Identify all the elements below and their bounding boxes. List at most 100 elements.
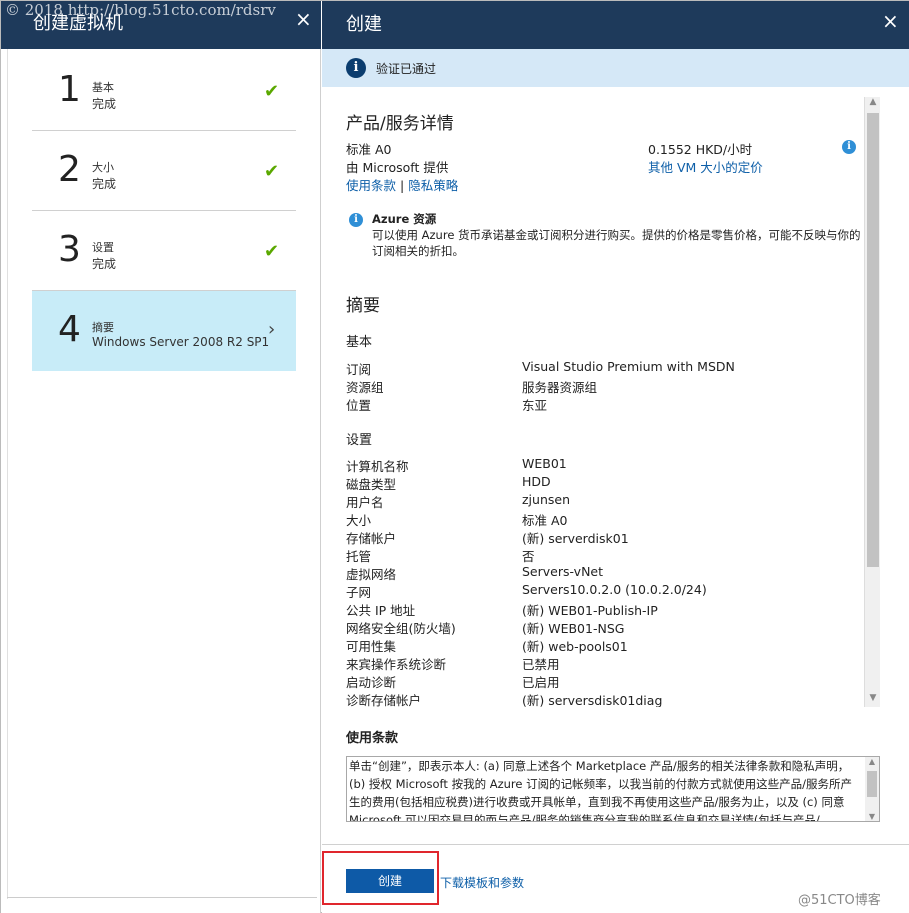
close-icon[interactable]: × (295, 9, 312, 29)
step-status: 完成 (92, 97, 117, 111)
divider (7, 897, 317, 898)
step-label: 基本 (92, 81, 114, 94)
price: 0.1552 HKD/小时 (648, 142, 753, 157)
summary-key: 来宾操作系统诊断 (346, 657, 447, 672)
summary-value: Servers-vNet (522, 564, 604, 579)
step-label: 摘要 (92, 321, 114, 334)
summary-key: 诊断存储帐户 (346, 693, 422, 707)
summary-value: (新) web-pools01 (522, 639, 628, 654)
summary-key: 用户名 (346, 495, 384, 510)
summary-key: 托管 (346, 549, 372, 564)
terms-text: 单击“创建”，即表示本人: (a) 同意上述各个 Marketplace 产品/… (349, 759, 852, 822)
summary-key: 磁盘类型 (346, 477, 397, 492)
step-status: 完成 (92, 177, 117, 191)
wizard-steps: 1 基本 完成 ✔ 2 大小 完成 ✔ 3 设置 完成 ✔ 4 摘要 Windo… (7, 49, 317, 899)
create-button[interactable]: 创建 (346, 869, 434, 893)
terms-textbox[interactable]: 单击“创建”，即表示本人: (a) 同意上述各个 Marketplace 产品/… (346, 756, 880, 822)
blade-header: 创建 × (322, 1, 909, 49)
summary-value: 否 (522, 549, 535, 564)
summary-key: 公共 IP 地址 (346, 603, 416, 618)
download-template-link[interactable]: 下载模板和参数 (440, 874, 524, 891)
summary-key: 存储帐户 (346, 531, 397, 546)
summary-key: 资源组 (346, 380, 384, 395)
info-icon: i (346, 58, 366, 78)
summary-value: (新) WEB01-Publish-IP (522, 603, 658, 618)
scroll-up-icon[interactable]: ▲ (865, 97, 881, 111)
validation-banner: i 验证已通过 (322, 49, 909, 87)
step-label: 设置 (92, 241, 114, 254)
summary-value: 标准 A0 (522, 513, 568, 528)
scroll-down-icon[interactable]: ▼ (865, 693, 881, 707)
summary-value: (新) serverdisk01 (522, 531, 629, 546)
terms-link[interactable]: 使用条款 (346, 178, 396, 193)
step-label: 大小 (92, 161, 114, 174)
scrollbar-thumb[interactable] (867, 113, 879, 567)
watermark: © 2018 http://blog.51cto.com/rdsrv (5, 1, 276, 19)
step-status: Windows Server 2008 R2 SP1 (92, 335, 270, 349)
azure-resource-note: Azure 资源 可以使用 Azure 货币承诺基金或订阅积分进行购买。提供的价… (372, 211, 862, 259)
product-provider: 由 Microsoft 提供 (346, 160, 449, 175)
info-icon: i (349, 213, 363, 227)
summary-value: (新) serversdisk01diag (522, 693, 663, 707)
step-basics[interactable]: 1 基本 完成 ✔ (32, 51, 296, 131)
basics-heading: 基本 (346, 335, 373, 350)
product-heading: 产品/服务详情 (346, 114, 454, 134)
create-vm-blade: 创建虚拟机 × © 2018 http://blog.51cto.com/rds… (1, 1, 321, 913)
summary-value: (新) WEB01-NSG (522, 621, 625, 636)
step-number: 3 (58, 229, 81, 270)
summary-key: 大小 (346, 513, 372, 528)
summary-heading: 摘要 (346, 296, 380, 316)
summary-value: Servers10.0.2.0 (10.0.2.0/24) (522, 582, 707, 597)
blade-title: 创建 (346, 14, 382, 35)
summary-value: WEB01 (522, 456, 567, 471)
checkmark-icon: ✔ (264, 81, 280, 102)
validation-text: 验证已通过 (376, 62, 437, 76)
summary-scroll-area[interactable]: 产品/服务详情 标准 A0 由 Microsoft 提供 使用条款 | 隐私策略… (322, 87, 909, 707)
brand-watermark: @51CTO博客 (798, 893, 881, 908)
summary-value: 东亚 (522, 398, 548, 413)
close-icon[interactable]: × (882, 9, 899, 33)
summary-value: 服务器资源组 (522, 380, 598, 395)
step-settings[interactable]: 3 设置 完成 ✔ (32, 211, 296, 291)
summary-value: HDD (522, 474, 551, 489)
summary-key: 订阅 (346, 362, 372, 377)
checkmark-icon: ✔ (264, 241, 280, 262)
settings-heading: 设置 (346, 433, 373, 448)
summary-key: 计算机名称 (346, 459, 409, 474)
blade-footer: 创建 下载模板和参数 @51CTO博客 (322, 844, 909, 913)
step-size[interactable]: 2 大小 完成 ✔ (32, 131, 296, 211)
summary-key: 位置 (346, 398, 372, 413)
create-blade: 创建 × i 验证已通过 产品/服务详情 标准 A0 由 Microsoft 提… (322, 1, 909, 913)
summary-key: 启动诊断 (346, 675, 397, 690)
summary-key: 子网 (346, 585, 372, 600)
blade-header: 创建虚拟机 × © 2018 http://blog.51cto.com/rds… (1, 1, 321, 49)
info-icon[interactable]: i (842, 140, 856, 154)
terms-scrollbar[interactable]: ▲ ▼ (865, 757, 879, 821)
vertical-scrollbar[interactable]: ▲ ▼ (864, 97, 880, 707)
scroll-up-icon[interactable]: ▲ (865, 757, 879, 766)
pricing-link[interactable]: 其他 VM 大小的定价 (648, 157, 763, 176)
step-number: 2 (58, 149, 81, 190)
summary-value: 已启用 (522, 675, 560, 690)
summary-key: 可用性集 (346, 639, 397, 654)
summary-key: 虚拟网络 (346, 567, 397, 582)
summary-value: zjunsen (522, 492, 571, 507)
step-number: 4 (58, 309, 81, 350)
step-number: 1 (58, 69, 81, 110)
scrollbar-thumb[interactable] (867, 771, 877, 797)
product-links: 使用条款 | 隐私策略 (346, 175, 458, 194)
step-status: 完成 (92, 257, 117, 271)
app-window: 创建虚拟机 × © 2018 http://blog.51cto.com/rds… (0, 0, 909, 913)
link-separator: | (400, 178, 405, 193)
note-title: Azure 资源 (372, 212, 437, 226)
privacy-link[interactable]: 隐私策略 (408, 178, 458, 193)
checkmark-icon: ✔ (264, 161, 280, 182)
summary-key: 网络安全组(防火墙) (346, 621, 456, 636)
product-name: 标准 A0 (346, 142, 392, 157)
scroll-down-icon[interactable]: ▼ (865, 812, 879, 821)
step-summary[interactable]: 4 摘要 Windows Server 2008 R2 SP1 › (32, 291, 296, 371)
note-text: 可以使用 Azure 货币承诺基金或订阅积分进行购买。提供的价格是零售价格，可能… (372, 228, 861, 258)
summary-value: 已禁用 (522, 657, 560, 672)
summary-value: Visual Studio Premium with MSDN (522, 359, 735, 374)
chevron-right-icon: › (268, 319, 276, 340)
